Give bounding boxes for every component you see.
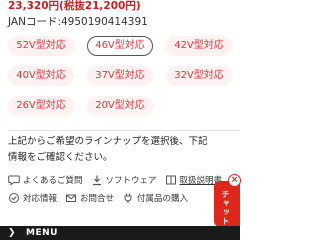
size-option-20v[interactable]: 20V型対応 [87,96,153,116]
size-option-37v[interactable]: 37V型対応 [87,66,153,86]
compat-label: 対応情報 [23,194,58,204]
size-option-40v[interactable]: 40V型対応 [8,66,74,86]
size-option-32v[interactable]: 32V型対応 [166,66,232,86]
jan-code: JANコード:4950190414391 [8,16,148,28]
parts-link[interactable]: 付属品の購入 [122,192,188,204]
contact-link[interactable]: お問合せ [65,192,114,204]
mail-icon [66,194,77,202]
size-option-46v[interactable]: 46V型対応 [87,36,153,56]
parts-label: 付属品の購入 [137,194,189,204]
plug-icon [124,193,132,203]
check-circle-icon [9,193,19,203]
selection-notice: 上記からご希望のラインナップを選択後、下記情報をご確認ください。 [8,136,208,163]
size-row: 26V型対応 20V型対応 [8,96,232,116]
size-row: 40V型対応 37V型対応 32V型対応 [8,66,232,86]
close-icon[interactable]: × [228,174,241,187]
chat-label: チャット [221,190,230,226]
menu-label: MENU [26,228,58,238]
contact-label: お問合せ [80,194,115,204]
software-link[interactable]: ソフトウェア [91,174,157,186]
size-option-42v[interactable]: 42V型対応 [166,36,232,56]
book-icon [165,175,176,185]
chat-button[interactable]: チャット × [214,174,241,227]
product-price: 23,320円(税抜21,200円) [8,0,141,12]
faq-label: よくあるご質問 [23,176,83,186]
footer-menu-bar[interactable]: ❯ MENU [0,226,240,240]
size-option-52v[interactable]: 52V型対応 [8,36,74,56]
divider [8,130,240,131]
chat-bubble-icon [8,175,20,186]
support-links: よくあるご質問 ソフトウェア 取扱説明書 対応情報 お問合せ 付属品の購入 [8,171,222,207]
download-icon [92,175,101,186]
software-label: ソフトウェア [105,176,157,186]
chevron-right-icon: ❯ [8,228,16,238]
compat-link[interactable]: 対応情報 [8,192,57,204]
size-selector: 52V型対応 46V型対応 42V型対応 40V型対応 37V型対応 32V型対… [8,36,232,126]
product-info: 23,320円(税抜21,200円) JANコード:4950190414391 [8,0,232,30]
size-option-26v[interactable]: 26V型対応 [8,96,74,116]
faq-link[interactable]: よくあるご質問 [8,174,83,186]
size-row: 52V型対応 46V型対応 42V型対応 [8,36,232,56]
